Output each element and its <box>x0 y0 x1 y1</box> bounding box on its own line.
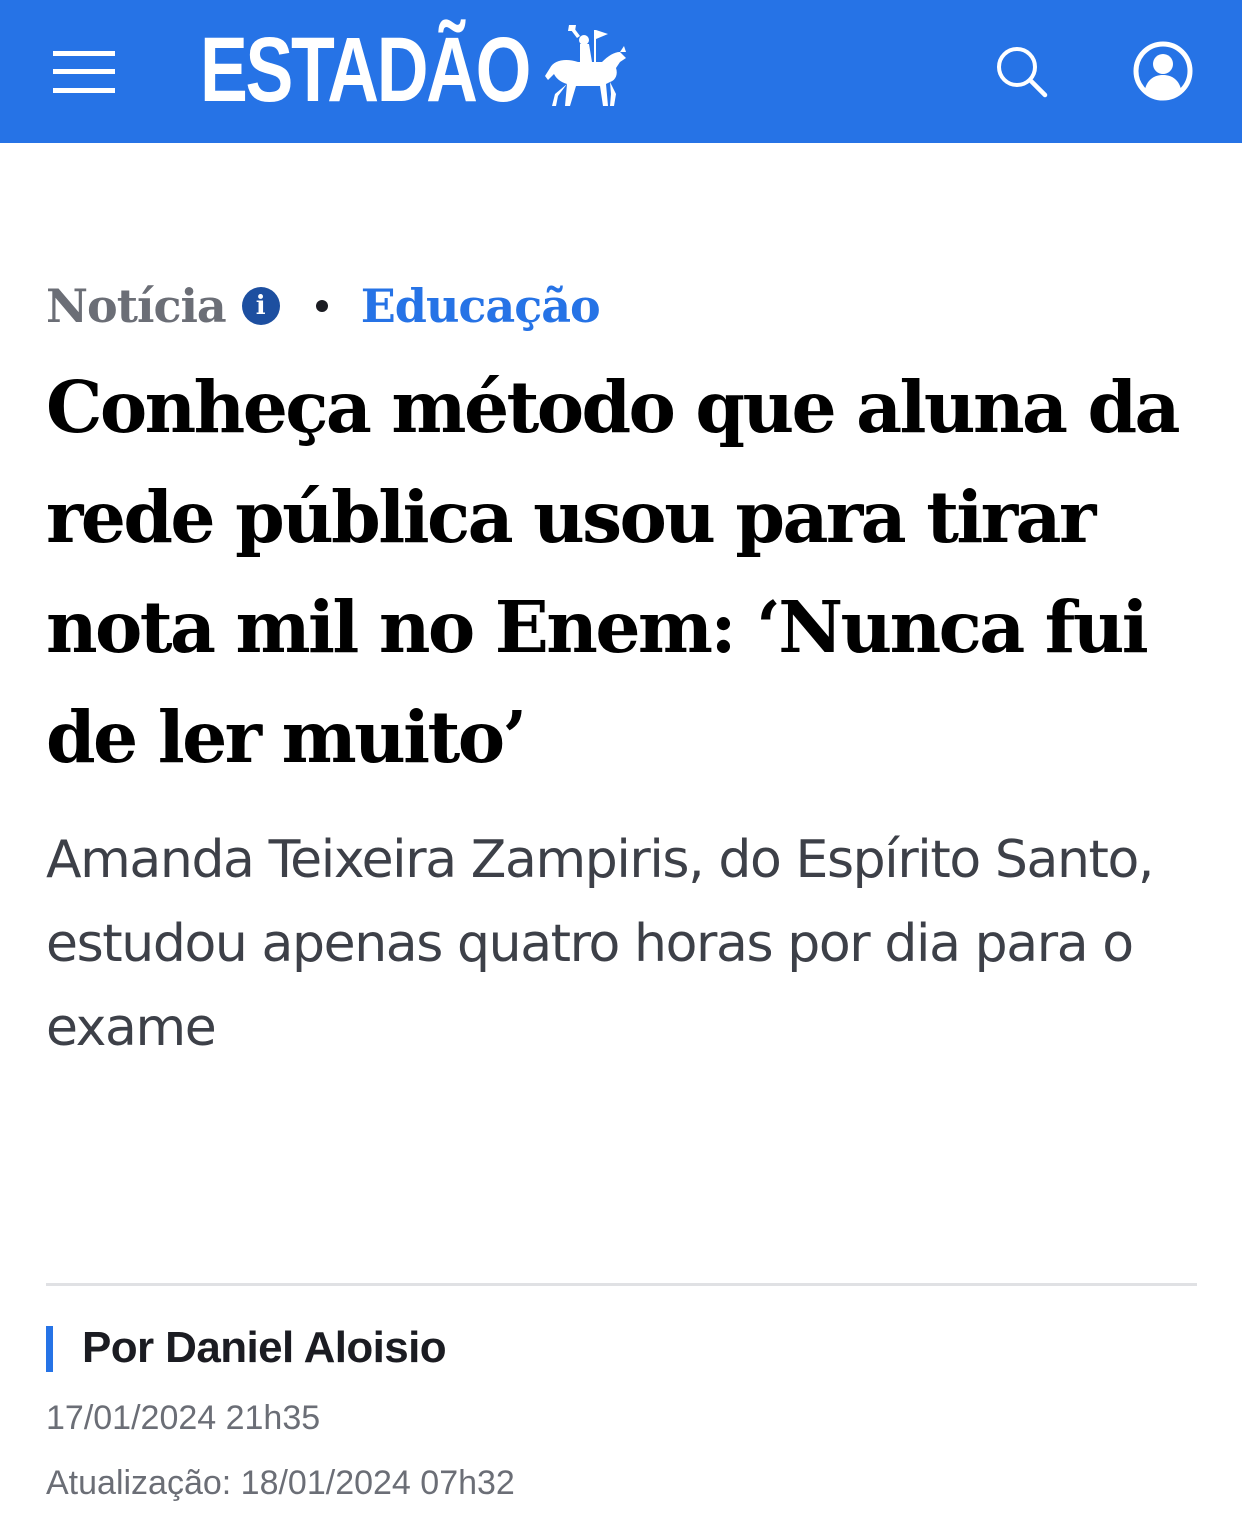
user-account-icon[interactable] <box>1132 40 1194 102</box>
updated-date: Atualização: 18/01/2024 07h32 <box>46 1464 515 1502</box>
author-byline[interactable]: Por Daniel Aloisio <box>82 1318 447 1378</box>
article-headline: Conheça método que aluna da rede pública… <box>46 365 1181 779</box>
author-accent-bar <box>46 1326 53 1372</box>
published-date: 17/01/2024 21h35 <box>46 1399 321 1437</box>
divider <box>46 1283 1197 1286</box>
horseman-trumpet-icon <box>545 25 626 106</box>
article-type-label: Notícia <box>46 279 227 333</box>
top-navigation-bar: ESTADÃO <box>0 0 1242 143</box>
logo-wordmark: ESTADÃO <box>200 19 531 121</box>
article-subtitle: Amanda Teixeira Zampiris, do Espírito Sa… <box>46 830 1154 1058</box>
hamburger-menu-icon[interactable] <box>53 51 115 93</box>
search-icon[interactable] <box>993 43 1049 99</box>
info-icon[interactable]: i <box>241 287 280 325</box>
article-kicker: Notícia i Educação <box>46 276 601 336</box>
separator-dot <box>315 300 328 312</box>
site-logo[interactable]: ESTADÃO <box>200 19 626 121</box>
section-link[interactable]: Educação <box>361 279 601 333</box>
